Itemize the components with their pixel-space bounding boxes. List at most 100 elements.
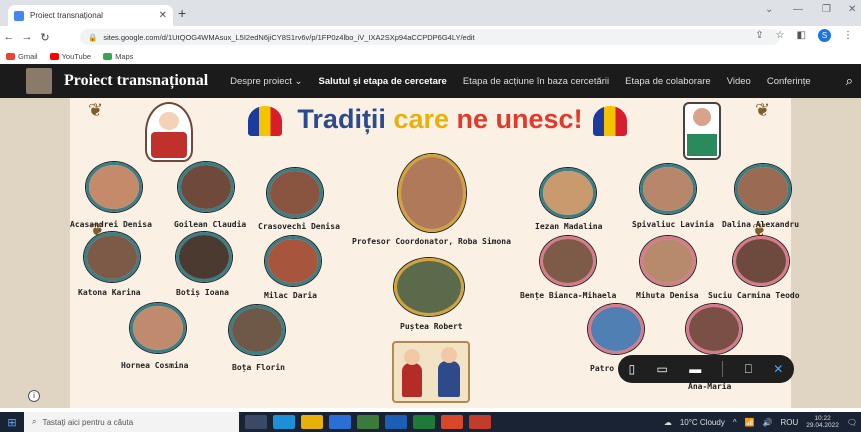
- tab-title: Proiect transnațional: [30, 11, 103, 20]
- student-name: Boța Florin: [232, 363, 285, 372]
- task-view-icon[interactable]: [245, 415, 267, 429]
- close-window-icon[interactable]: ✕: [848, 4, 856, 15]
- coordinator-photo: [398, 154, 466, 232]
- weather-text[interactable]: 10°C Cloudy: [680, 418, 725, 427]
- student-photo: [394, 258, 464, 316]
- site-logo[interactable]: [26, 68, 52, 94]
- student-photo: [588, 304, 644, 354]
- language-indicator[interactable]: ROU: [781, 418, 799, 427]
- folk-children-illustration: [392, 341, 470, 403]
- student-photo: [735, 164, 791, 214]
- minimize-icon[interactable]: —: [793, 4, 803, 15]
- folk-card-illustration: [683, 102, 721, 160]
- site-title[interactable]: Proiect transnațional: [64, 72, 208, 90]
- search-icon: ⌕: [32, 417, 37, 426]
- nav-etapa-colaborare[interactable]: Etapa de colaborare: [625, 76, 711, 87]
- student-name: Milac Daria: [264, 291, 317, 300]
- coordinator-name: Profesor Coordonator, Roba Simona: [352, 237, 511, 246]
- student-photo: [267, 168, 323, 218]
- student-photo: [84, 232, 140, 282]
- student-name: Goilean Claudia: [174, 220, 247, 229]
- excel-icon[interactable]: [413, 415, 435, 429]
- left-ornament-panel: [0, 98, 70, 408]
- student-name: Crasovechi Denisa: [258, 222, 340, 231]
- toolbar-divider: [722, 361, 724, 377]
- forward-icon[interactable]: →: [18, 31, 36, 43]
- nav-etapa-actiune[interactable]: Etapa de acțiune în baza cercetării: [463, 76, 609, 87]
- feedback-icon[interactable]: ⎕: [745, 362, 752, 377]
- star-icon[interactable]: ☆: [776, 30, 785, 41]
- student-photo: [540, 236, 596, 286]
- url-text: sites.google.com/d/1UtQOG4WMAsux_L5I2edN…: [103, 32, 475, 42]
- network-icon[interactable]: 📶: [745, 418, 755, 427]
- ornament-icon: ❦: [88, 100, 104, 120]
- search-icon[interactable]: ⌕: [846, 73, 853, 89]
- app-icon[interactable]: [357, 415, 379, 429]
- bookmark-maps[interactable]: Maps: [103, 52, 133, 61]
- nav-video[interactable]: Video: [727, 76, 751, 87]
- file-explorer-icon[interactable]: [301, 415, 323, 429]
- url-input[interactable]: 🔒 sites.google.com/d/1UtQOG4WMAsux_L5I2e…: [80, 29, 780, 45]
- student-photo: [733, 236, 789, 286]
- profile-avatar[interactable]: S: [818, 29, 831, 42]
- youtube-icon: [49, 52, 59, 60]
- student-photo: [640, 164, 696, 214]
- student-name: Acasandrei Denisa: [70, 220, 152, 229]
- nav-despre-proiect[interactable]: Despre proiect ⌄: [230, 76, 302, 87]
- student-photo: [229, 305, 285, 355]
- sidebar-icon[interactable]: ◧: [797, 30, 806, 41]
- student-name: Suciu Carmina Teodo: [708, 291, 800, 300]
- taskbar-search-input[interactable]: ⌕ Tastați aici pentru a căuta: [24, 412, 239, 432]
- word-icon[interactable]: [385, 415, 407, 429]
- bookmark-youtube[interactable]: YouTube: [49, 52, 91, 61]
- nav-salutul[interactable]: Salutul și etapa de cercetare: [319, 76, 447, 87]
- mail-icon[interactable]: [329, 415, 351, 429]
- student-photo: [265, 236, 321, 286]
- system-tray: ☁ 10°C Cloudy ^ 📶 🔊 ROU 10:22 29.04.2022…: [664, 415, 857, 429]
- student-name: Spivaliuc Lavinia: [632, 220, 714, 229]
- windows-start-icon[interactable]: ⊞: [0, 416, 24, 429]
- volume-icon[interactable]: 🔊: [763, 418, 773, 427]
- reload-icon[interactable]: ↻: [36, 31, 54, 44]
- phone-preview-icon[interactable]: ▯: [629, 362, 636, 376]
- ornament-icon: ❦: [755, 100, 771, 120]
- student-name: Dalina Alexandru: [722, 220, 800, 229]
- weather-icon: ☁: [663, 417, 672, 427]
- close-preview-icon[interactable]: ✕: [773, 362, 783, 376]
- google-sites-icon: [14, 10, 24, 21]
- desktop-preview-icon[interactable]: ▬: [689, 362, 701, 376]
- student-photo: [176, 232, 232, 282]
- chevron-down-icon[interactable]: ⌄: [765, 4, 773, 15]
- chrome-icon[interactable]: [441, 415, 463, 429]
- info-icon[interactable]: i: [28, 390, 40, 402]
- restore-icon[interactable]: ❐: [822, 4, 831, 15]
- address-toolbar: ← → ↻ 🔒 sites.google.com/d/1UtQOG4WMAsux…: [0, 26, 861, 48]
- student-photo: [686, 304, 742, 354]
- site-header: Proiect transnațional Despre proiect ⌄ S…: [0, 64, 861, 98]
- share-icon[interactable]: ⇪: [755, 30, 763, 41]
- folk-doll-illustration: [145, 102, 193, 162]
- windows-taskbar: ⊞ ⌕ Tastați aici pentru a căuta ☁ 10°C C…: [0, 412, 861, 432]
- student-name: Patro: [590, 364, 615, 373]
- close-tab-icon[interactable]: ✕: [159, 10, 167, 21]
- tray-chevron-icon[interactable]: ^: [733, 418, 737, 427]
- notifications-icon[interactable]: 🗨: [847, 418, 857, 427]
- edge-icon[interactable]: [273, 415, 295, 429]
- student-photo: [86, 162, 142, 212]
- clock[interactable]: 10:22 29.04.2022: [806, 415, 839, 429]
- back-icon[interactable]: ←: [0, 31, 18, 43]
- student-name: Hornea Cosmina: [121, 361, 189, 370]
- menu-icon[interactable]: ⋮: [843, 30, 853, 41]
- tablet-preview-icon[interactable]: ▭: [657, 362, 668, 376]
- nav-conferinte[interactable]: Conferințe: [767, 76, 811, 87]
- student-name: Katona Karina: [78, 288, 141, 297]
- student-name: Botiș Ioana: [176, 288, 229, 297]
- browser-tab[interactable]: Proiect transnațional ✕: [8, 5, 173, 26]
- student-name: Mihuta Denisa: [636, 291, 699, 300]
- student-name: Bențe Bianca-Mihaela: [520, 291, 617, 300]
- powerpoint-icon[interactable]: [469, 415, 491, 429]
- bookmark-gmail[interactable]: Gmail: [6, 52, 38, 61]
- new-tab-icon[interactable]: +: [178, 5, 186, 21]
- student-photo: [178, 162, 234, 212]
- preview-toolbar: ▯ ▭ ▬ ⎕ ✕: [618, 355, 794, 383]
